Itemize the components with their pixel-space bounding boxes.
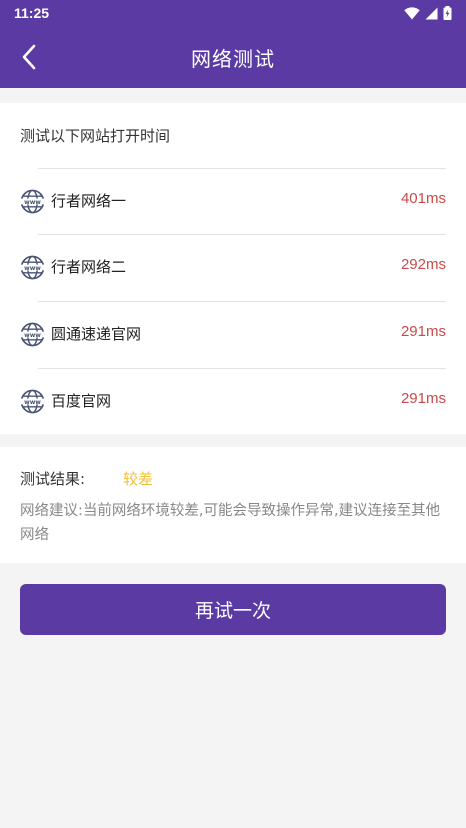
network-advice: 网络建议:当前网络环境较差,可能会导致操作异常,建议连接至其他网络 xyxy=(20,503,441,543)
svg-text:www: www xyxy=(24,265,41,272)
site-name: 行者网络一 xyxy=(51,192,127,210)
divider xyxy=(38,301,446,302)
list-header: 测试以下网站打开时间 xyxy=(20,127,171,145)
globe-www-icon: www xyxy=(20,255,45,280)
divider xyxy=(38,234,446,235)
result-value: 较差 xyxy=(123,470,154,488)
latency-value: 401ms xyxy=(400,190,446,207)
latency-value: 292ms xyxy=(400,256,446,273)
status-icons xyxy=(404,6,452,20)
app-bar: 网络测试 xyxy=(0,26,466,88)
svg-text:www: www xyxy=(24,399,41,406)
list-item: www 圆通速递官网 291ms xyxy=(0,301,466,367)
latency-value: 291ms xyxy=(400,390,446,407)
battery-icon xyxy=(443,6,452,20)
globe-www-icon: www xyxy=(20,189,45,214)
globe-www-icon: www xyxy=(20,389,45,414)
status-time: 11:25 xyxy=(14,5,50,21)
list-item: www 百度官网 291ms xyxy=(0,368,466,434)
back-button[interactable] xyxy=(12,40,46,74)
divider xyxy=(38,368,446,369)
result-label: 测试结果: xyxy=(20,470,86,488)
list-item: www 行者网络二 292ms xyxy=(0,234,466,300)
retry-button[interactable]: 再试一次 xyxy=(20,584,446,635)
site-name: 百度官网 xyxy=(51,392,112,410)
site-name: 行者网络二 xyxy=(51,258,127,276)
site-name: 圆通速递官网 xyxy=(51,325,142,343)
globe-www-icon: www xyxy=(20,322,45,347)
back-arrow-icon xyxy=(22,44,36,70)
svg-text:www: www xyxy=(24,332,41,339)
site-test-list: 测试以下网站打开时间 www 行者网络一 401ms www 行者网络二 292… xyxy=(0,103,466,434)
list-item: www 行者网络一 401ms xyxy=(0,168,466,234)
signal-icon xyxy=(425,7,438,19)
wifi-icon xyxy=(404,6,420,19)
status-bar: 11:25 xyxy=(0,0,466,26)
result-card: 测试结果: 较差 网络建议:当前网络环境较差,可能会导致操作异常,建议连接至其他… xyxy=(0,447,466,563)
latency-value: 291ms xyxy=(400,323,446,340)
svg-text:www: www xyxy=(24,199,41,206)
divider xyxy=(38,168,446,169)
page-title: 网络测试 xyxy=(191,46,275,71)
